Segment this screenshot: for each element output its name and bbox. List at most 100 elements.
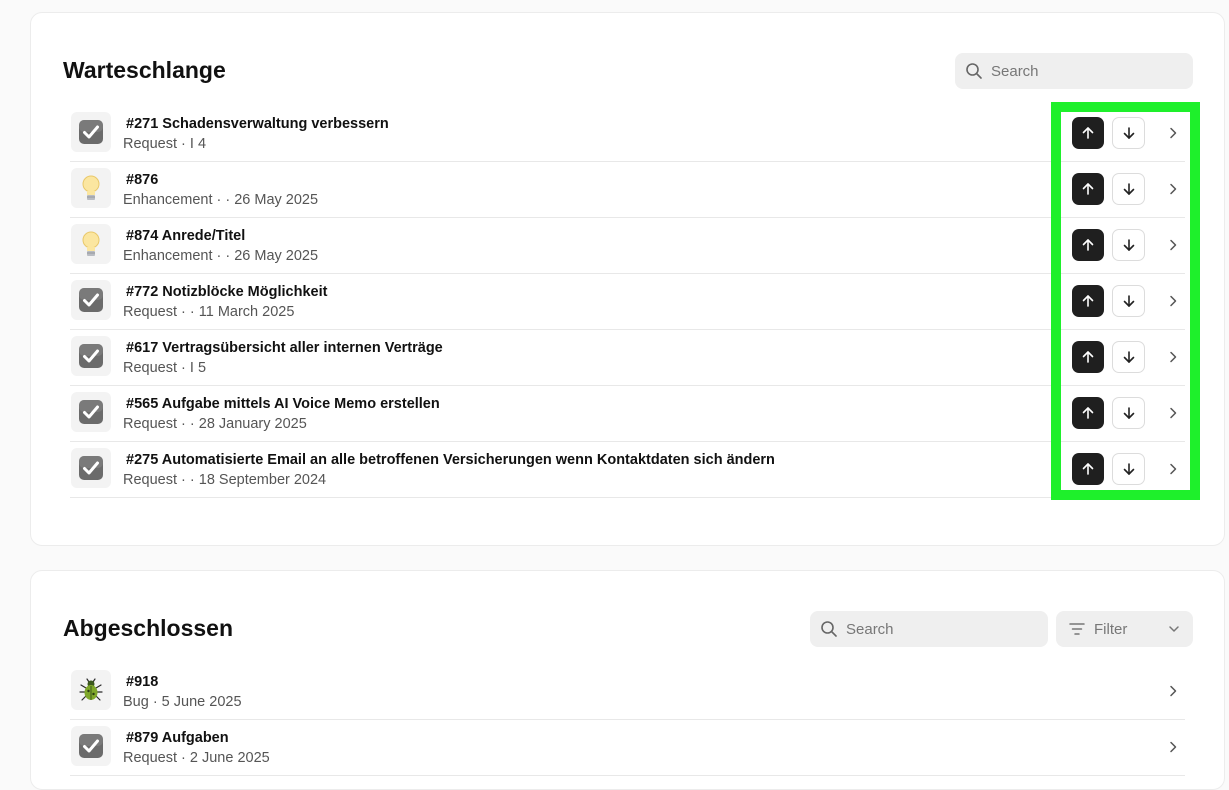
arrow-down-icon [1123,407,1134,419]
queue-list: #271 Schadensverwaltung verbessern Reques… [70,106,1185,498]
arrow-up-icon [1082,351,1094,363]
row-actions [1072,341,1185,373]
check-icon [71,112,111,152]
chevron-right-icon [1170,183,1177,195]
open-item-button[interactable] [1161,173,1185,205]
check-icon [71,280,111,320]
move-up-button[interactable] [1072,397,1104,429]
check-icon [71,726,111,766]
filter-dropdown[interactable]: Filter [1056,611,1193,647]
arrow-up-icon [1082,295,1094,307]
list-item[interactable]: #879 Aufgaben Request · 2 June 2025 [70,720,1185,776]
arrow-down-icon [1123,127,1134,139]
move-up-button[interactable] [1072,285,1104,317]
open-item-button[interactable] [1161,117,1185,149]
move-down-button[interactable] [1112,341,1145,373]
done-list: #918 Bug · 5 June 2025 #879 Aufgaben Reques… [70,664,1185,776]
move-down-button[interactable] [1112,285,1145,317]
row-actions [1072,117,1185,149]
search-icon [966,63,982,79]
check-icon [71,392,111,432]
item-meta: Request · · 28 January 2025 [123,416,307,432]
arrow-up-icon [1082,463,1094,475]
filter-icon [1069,623,1085,635]
item-title[interactable]: #271 Schadensverwaltung verbessern [126,116,389,132]
arrow-up-icon [1082,239,1094,251]
item-title[interactable]: #879 Aufgaben [126,730,229,746]
check-icon [71,448,111,488]
item-meta: Request · I 5 [123,360,207,376]
row-actions [1072,173,1185,205]
move-down-button[interactable] [1112,397,1145,429]
item-title[interactable]: #275 Automatisierte Email an alle betrof… [126,452,775,468]
list-item[interactable]: #271 Schadensverwaltung verbessern Reques… [70,106,1185,162]
chevron-right-icon [1170,407,1177,419]
item-meta: Request · · 11 March 2025 [123,304,295,320]
move-down-button[interactable] [1112,117,1145,149]
move-down-button[interactable] [1112,229,1145,261]
done-card: Abgeschlossen Filter #918 Bug · 5 June 20… [30,570,1225,790]
list-item[interactable]: #918 Bug · 5 June 2025 [70,664,1185,720]
arrow-up-icon [1082,127,1094,139]
open-item-button[interactable] [1161,285,1185,317]
list-item[interactable]: #565 Aufgabe mittels AI Voice Memo erste… [70,386,1185,442]
arrow-down-icon [1123,295,1134,307]
open-item-button[interactable] [1161,731,1185,763]
open-item-button[interactable] [1161,341,1185,373]
move-up-button[interactable] [1072,453,1104,485]
list-item[interactable]: #876 Enhancement · · 26 May 2025 [70,162,1185,218]
list-item[interactable]: #772 Notizblöcke Möglichkeit Request · · … [70,274,1185,330]
item-title[interactable]: #617 Vertragsübersicht aller internen Ve… [126,340,443,356]
item-meta: Request · 2 June 2025 [123,750,270,766]
chevron-down-icon [1169,626,1179,632]
list-item[interactable]: #617 Vertragsübersicht aller internen Ve… [70,330,1185,386]
item-title[interactable]: #772 Notizblöcke Möglichkeit [126,284,327,300]
queue-card: Warteschlange #271 Schadensverwaltung ve… [30,12,1225,546]
item-title[interactable]: #876 [126,172,158,188]
item-meta: Bug · 5 June 2025 [123,694,242,710]
chevron-right-icon [1170,351,1177,363]
item-meta: Request · I 4 [123,136,207,152]
queue-title: Warteschlange [63,57,226,83]
item-meta: Request · · 18 September 2024 [123,472,327,488]
open-item-button[interactable] [1161,675,1185,707]
chevron-right-icon [1170,463,1177,475]
chevron-right-icon [1170,295,1177,307]
arrow-up-icon [1082,407,1094,419]
row-actions [1072,229,1185,261]
done-search-field[interactable] [810,611,1048,647]
done-title: Abgeschlossen [63,615,233,641]
arrow-down-icon [1123,463,1134,475]
arrow-down-icon [1123,351,1134,363]
lightbulb-icon [71,168,111,208]
queue-search-input[interactable] [991,62,1171,80]
move-up-button[interactable] [1072,117,1104,149]
arrow-down-icon [1123,239,1134,251]
lightbulb-icon [71,224,111,264]
move-up-button[interactable] [1072,229,1104,261]
queue-search-field[interactable] [955,53,1193,89]
move-down-button[interactable] [1112,453,1145,485]
arrow-up-icon [1082,183,1094,195]
open-item-button[interactable] [1161,453,1185,485]
move-up-button[interactable] [1072,341,1104,373]
move-up-button[interactable] [1072,173,1104,205]
row-actions [1145,675,1185,707]
item-title[interactable]: #565 Aufgabe mittels AI Voice Memo erste… [126,396,440,412]
move-down-button[interactable] [1112,173,1145,205]
chevron-right-icon [1170,685,1177,697]
row-actions [1072,285,1185,317]
filter-label: Filter [1094,620,1128,638]
item-title[interactable]: #918 [126,674,158,690]
item-title[interactable]: #874 Anrede/Titel [126,228,245,244]
done-search-input[interactable] [846,620,1026,638]
row-actions [1145,731,1185,763]
open-item-button[interactable] [1161,229,1185,261]
chevron-right-icon [1170,239,1177,251]
search-icon [821,621,837,637]
chevron-right-icon [1170,741,1177,753]
list-item[interactable]: #874 Anrede/Titel Enhancement · · 26 May … [70,218,1185,274]
list-item[interactable]: #275 Automatisierte Email an alle betrof… [70,442,1185,498]
open-item-button[interactable] [1161,397,1185,429]
bug-icon [71,670,111,710]
